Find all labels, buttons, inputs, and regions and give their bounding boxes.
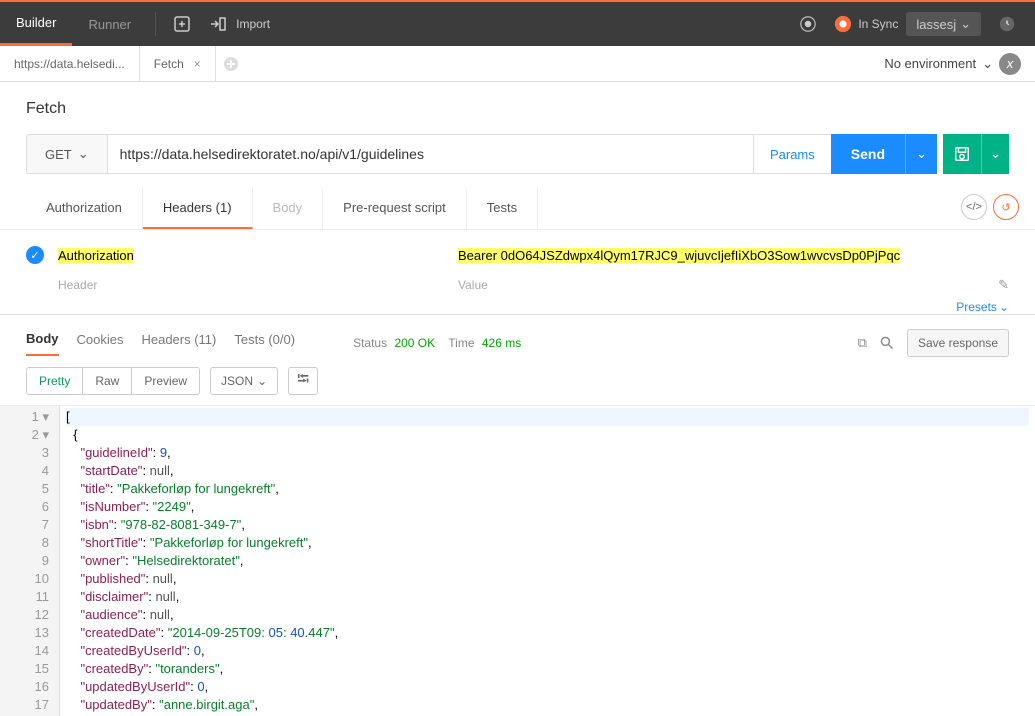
request-title: Fetch bbox=[0, 82, 1035, 128]
env-icon[interactable]: x bbox=[999, 53, 1021, 75]
chevron-down-icon: ⌄ bbox=[999, 300, 1009, 314]
add-tab-button[interactable] bbox=[216, 46, 246, 81]
chevron-down-icon: ⌄ bbox=[960, 16, 971, 32]
response-tab-headers[interactable]: Headers (11) bbox=[141, 332, 216, 355]
builder-tab[interactable]: Builder bbox=[0, 2, 72, 46]
header-key[interactable]: Authorization bbox=[58, 248, 134, 263]
url-input[interactable] bbox=[107, 134, 753, 174]
response-tab-tests[interactable]: Tests (0/0) bbox=[234, 332, 295, 355]
tab-body[interactable]: Body bbox=[253, 188, 324, 229]
response-tab-body[interactable]: Body bbox=[26, 331, 59, 356]
view-mode-group: Pretty Raw Preview bbox=[26, 367, 200, 395]
send-button[interactable]: Send bbox=[831, 134, 905, 174]
environment-selector[interactable]: No environment ⌄ x bbox=[870, 46, 1035, 81]
header-row[interactable]: ✓ Authorization Bearer 0dO64JSZdwpx4lQym… bbox=[26, 240, 1009, 270]
satellite-icon[interactable] bbox=[790, 6, 826, 42]
response-status: Status 200 OK Time 426 ms bbox=[353, 336, 521, 350]
copy-icon[interactable]: ⧉ bbox=[858, 335, 867, 351]
method-selector[interactable]: GET⌄ bbox=[26, 134, 107, 174]
response-body-viewer[interactable]: 1 ▾2 ▾34567891011121314151617 [ { "guide… bbox=[0, 405, 1035, 716]
header-new-row[interactable]: Header Value ✎ bbox=[26, 270, 1009, 300]
view-pretty[interactable]: Pretty bbox=[27, 368, 83, 394]
doc-tab-1[interactable]: Fetch × bbox=[140, 46, 216, 81]
request-bar: GET⌄ Params Send ⌄ ⌄ bbox=[0, 128, 1035, 188]
chevron-down-icon: ⌄ bbox=[257, 374, 267, 388]
save-dropdown[interactable]: ⌄ bbox=[981, 134, 1009, 174]
tab-tests[interactable]: Tests bbox=[467, 188, 538, 229]
doc-tab-0[interactable]: https://data.helsedi... bbox=[0, 46, 140, 81]
send-dropdown[interactable]: ⌄ bbox=[905, 134, 937, 174]
tab-headers[interactable]: Headers (1) bbox=[143, 188, 253, 229]
edit-icon[interactable]: ✎ bbox=[998, 277, 1009, 293]
chevron-down-icon: ⌄ bbox=[982, 56, 993, 72]
header-value-placeholder[interactable]: Value bbox=[454, 276, 992, 294]
params-button[interactable]: Params bbox=[753, 134, 831, 174]
code-view-icon[interactable]: </> bbox=[961, 194, 987, 220]
headers-editor: ✓ Authorization Bearer 0dO64JSZdwpx4lQym… bbox=[0, 230, 1035, 304]
reset-icon[interactable]: ↺ bbox=[993, 194, 1019, 220]
tab-prerequest[interactable]: Pre-request script bbox=[323, 188, 467, 229]
presets-link[interactable]: Presets⌄ bbox=[956, 300, 1009, 314]
runner-tab[interactable]: Runner bbox=[72, 2, 147, 46]
chevron-down-icon: ⌄ bbox=[78, 146, 89, 162]
import-icon[interactable] bbox=[200, 6, 236, 42]
settings-icon[interactable] bbox=[989, 6, 1025, 42]
response-tab-cookies[interactable]: Cookies bbox=[77, 332, 124, 355]
header-key-placeholder[interactable]: Header bbox=[54, 276, 454, 294]
document-tabs: https://data.helsedi... Fetch × No envir… bbox=[0, 46, 1035, 82]
search-icon[interactable] bbox=[879, 335, 895, 351]
format-selector[interactable]: JSON⌄ bbox=[210, 367, 278, 395]
sync-status: In Sync bbox=[834, 15, 898, 33]
view-raw[interactable]: Raw bbox=[83, 368, 132, 394]
response-panel: Body Cookies Headers (11) Tests (0/0) St… bbox=[0, 314, 1035, 716]
row-enabled-check[interactable]: ✓ bbox=[26, 246, 44, 264]
tab-authorization[interactable]: Authorization bbox=[26, 188, 143, 229]
user-menu[interactable]: lassesj ⌄ bbox=[906, 12, 981, 36]
request-tabs: Authorization Headers (1) Body Pre-reque… bbox=[0, 188, 1035, 230]
close-icon[interactable]: × bbox=[194, 57, 201, 71]
new-tab-icon[interactable] bbox=[164, 6, 200, 42]
import-label[interactable]: Import bbox=[236, 17, 270, 31]
save-response-button[interactable]: Save response bbox=[907, 329, 1009, 357]
header-value[interactable]: Bearer 0dO64JSZdwpx4lQym17RJC9_wjuvcIjef… bbox=[458, 248, 900, 263]
top-toolbar: Builder Runner Import In Sync lassesj ⌄ bbox=[0, 0, 1035, 46]
wrap-toggle[interactable]: ⭾ bbox=[288, 367, 318, 395]
view-preview[interactable]: Preview bbox=[132, 368, 199, 394]
save-button[interactable] bbox=[943, 134, 981, 174]
